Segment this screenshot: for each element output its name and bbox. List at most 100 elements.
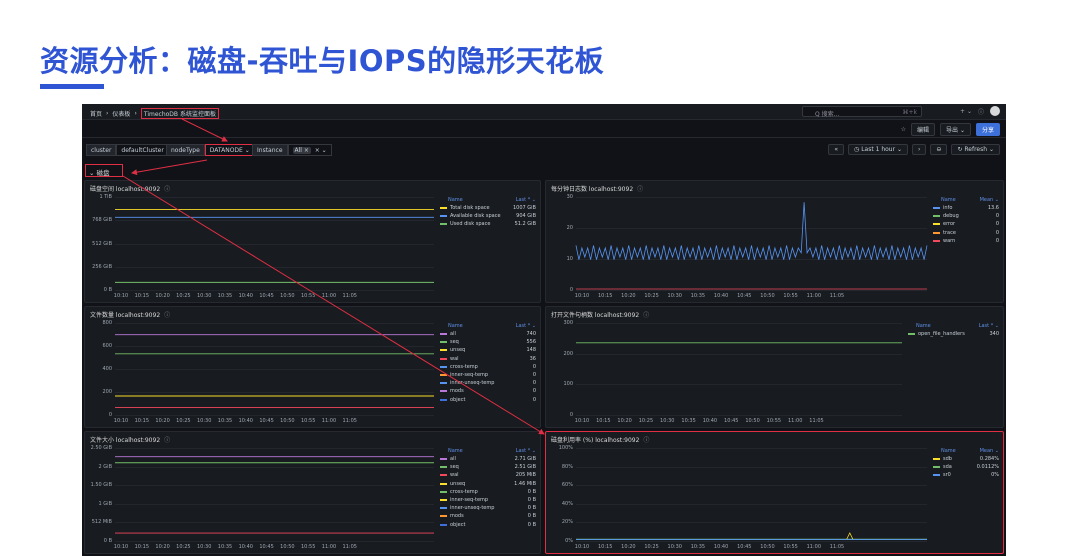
panel-disk-space[interactable]: 磁盘空间 localhost:9092 ⓘ 1 TiB 768 GiB 512 GiB 2… xyxy=(84,180,541,303)
legend-swatch xyxy=(440,349,447,352)
legend-item[interactable]: sda xyxy=(933,464,952,470)
legend-item[interactable]: unseq xyxy=(440,481,465,487)
legend-item[interactable]: seq xyxy=(440,339,459,345)
var-nodetype-value: DATANODE xyxy=(209,147,243,154)
legend-header-value[interactable]: Last * ⌄ xyxy=(516,197,536,203)
edit-button[interactable]: 编辑 xyxy=(911,123,936,136)
legend-value: 0 B xyxy=(527,505,536,512)
legend-item[interactable]: Total disk space xyxy=(440,205,490,211)
legend-swatch xyxy=(933,215,940,218)
legend-item[interactable]: inner-seq-temp xyxy=(440,497,488,503)
legend-item[interactable]: all xyxy=(440,456,456,462)
legend-item[interactable]: sdb xyxy=(933,456,952,462)
legend-item[interactable]: open_file_handlers xyxy=(908,331,965,337)
crumb-current[interactable]: TimechoDB 系统监控面板 xyxy=(140,108,219,119)
legend: Name Last * ⌄ all 740 seq 556 unseq 148 wal 36 cro… xyxy=(440,323,540,425)
arrow-nodetype-to-row xyxy=(131,159,208,176)
legend-value: 0 xyxy=(532,388,536,395)
var-nodetype-select[interactable]: DATANODE ⌄ xyxy=(204,144,255,156)
slide-title: 资源分析：磁盘-吞吐与IOPS的隐形天花板 xyxy=(40,44,605,78)
time-range-picker[interactable]: ◷ Last 1 hour ⌄ xyxy=(848,144,909,155)
legend-header-value[interactable]: Last * ⌄ xyxy=(979,323,999,329)
panel-log-count[interactable]: 每分钟日志数 localhost:9092 ⓘ 30 20 10 0 10:10 10:15 1… xyxy=(545,180,1004,303)
legend-name: all xyxy=(450,456,456,462)
legend-item[interactable]: cross-temp xyxy=(440,489,478,495)
sort-down-icon: ⌄ xyxy=(993,448,999,454)
panel-open-handles[interactable]: 打开文件句柄数 localhost:9092 ⓘ 300 200 100 0 10:10 10… xyxy=(545,306,1004,428)
legend-swatch xyxy=(440,474,447,477)
legend-header-value[interactable]: Mean ⌄ xyxy=(980,197,999,203)
legend: Name Mean ⌄ sdb 0.284% sda 0.0112% sr0 0% xyxy=(933,448,1003,551)
legend-item[interactable]: warn xyxy=(933,238,955,244)
slide: 资源分析：磁盘-吞吐与IOPS的隐形天花板 首页 › 仪表板 › Timecho… xyxy=(0,0,1080,556)
legend-header-name[interactable]: Name xyxy=(916,323,931,329)
panel-file-size[interactable]: 文件大小 localhost:9092 ⓘ 2.50 GiB 2 GiB 1.50 Gi… xyxy=(84,431,541,554)
var-nodetype[interactable]: nodeType DATANODE ⌄ xyxy=(166,144,255,156)
legend-item[interactable]: error xyxy=(933,221,955,227)
legend-item[interactable]: Used disk space xyxy=(440,221,490,227)
help-icon[interactable]: ⓘ xyxy=(978,107,984,116)
time-forward-button[interactable]: › xyxy=(912,144,927,155)
legend-header-value[interactable]: Mean ⌄ xyxy=(980,448,999,454)
legend-header-value[interactable]: Last * ⌄ xyxy=(516,323,536,329)
legend-item[interactable]: trace xyxy=(933,230,956,236)
legend-item[interactable]: all xyxy=(440,331,456,337)
var-instance[interactable]: Instance All × × ⌄ xyxy=(252,144,332,156)
legend-item[interactable]: object xyxy=(440,522,465,528)
legend-item[interactable]: info xyxy=(933,205,952,211)
legend-header-name[interactable]: Name xyxy=(941,197,956,203)
crumb-home[interactable]: 首页 xyxy=(90,109,102,118)
legend-swatch xyxy=(440,357,447,360)
legend-item[interactable]: mods xyxy=(440,388,464,394)
legend-header-value[interactable]: Last * ⌄ xyxy=(516,448,536,454)
legend-item[interactable]: inner-unseq-temp xyxy=(440,505,494,511)
legend-item[interactable]: cross-temp xyxy=(440,364,478,370)
row-collapse-disk[interactable]: ⌄ 磁盘 xyxy=(85,164,123,177)
legend-item[interactable]: debug xyxy=(933,213,959,219)
legend-name: unseq xyxy=(450,480,466,487)
legend-item[interactable]: Available disk space xyxy=(440,213,501,219)
legend-item[interactable]: seq xyxy=(440,464,459,470)
legend-name: wal xyxy=(450,355,459,362)
legend-swatch xyxy=(440,499,447,501)
legend-value: 2.71 GiB xyxy=(514,456,536,462)
panel-file-count[interactable]: 文件数量 localhost:9092 ⓘ 800 600 400 200 0 10:10 10… xyxy=(84,306,541,428)
share-button[interactable]: 分享 xyxy=(975,123,1000,136)
legend-item[interactable]: wal xyxy=(440,472,459,478)
legend-name: warn xyxy=(943,237,956,244)
legend-name: mods xyxy=(450,388,464,395)
legend-item[interactable]: inner-seq-temp xyxy=(440,372,488,378)
search-input[interactable]: Q 搜索... ⌘+k xyxy=(802,106,922,118)
legend-swatch xyxy=(933,231,940,234)
legend-value: 0 xyxy=(995,229,999,236)
legend-item[interactable]: wal xyxy=(440,356,459,362)
star-icon[interactable]: ☆ xyxy=(901,126,906,133)
legend-header-name[interactable]: Name xyxy=(941,448,956,454)
legend-value: 556 xyxy=(526,339,536,346)
var-cluster[interactable]: cluster defaultCluster ⌄ xyxy=(86,144,176,156)
legend-swatch xyxy=(908,333,915,335)
legend-header-name[interactable]: Name xyxy=(448,448,463,454)
legend-header-name[interactable]: Name xyxy=(448,323,463,329)
crumb-dashboards[interactable]: 仪表板 xyxy=(112,109,130,118)
legend: Name Last * ⌄ Total disk space 1007 GiB Avai… xyxy=(440,197,540,300)
legend-header-value-text: Last * xyxy=(515,197,531,203)
legend-item[interactable]: object xyxy=(440,397,465,403)
zoom-out-icon[interactable]: ⊖ xyxy=(930,144,948,155)
legend-header-name[interactable]: Name xyxy=(448,197,463,203)
legend-swatch xyxy=(440,382,447,385)
var-instance-value: All xyxy=(294,147,302,154)
panel-disk-utilization[interactable]: 磁盘利用率 (%) localhost:9092 ⓘ 100% 80% 60% 40% 20… xyxy=(545,431,1004,554)
refresh-button[interactable]: ↻ Refresh ⌄ xyxy=(951,144,1000,155)
var-instance-select[interactable]: All × × ⌄ xyxy=(287,144,332,156)
legend-item[interactable]: inner-unseq-temp xyxy=(440,380,494,386)
legend-item[interactable]: unseq xyxy=(440,347,465,353)
plus-icon[interactable]: + ⌄ xyxy=(960,108,972,115)
avatar[interactable] xyxy=(990,106,1000,116)
time-controls: « ◷ Last 1 hour ⌄ › ⊖ ↻ Refresh ⌄ xyxy=(828,144,1000,155)
time-back-button[interactable]: « xyxy=(828,144,845,155)
legend-item[interactable]: sr0 xyxy=(933,472,951,478)
legend-name: debug xyxy=(943,213,959,220)
legend-item[interactable]: mods xyxy=(440,513,464,519)
export-button[interactable]: 导出 ⌄ xyxy=(940,123,971,136)
